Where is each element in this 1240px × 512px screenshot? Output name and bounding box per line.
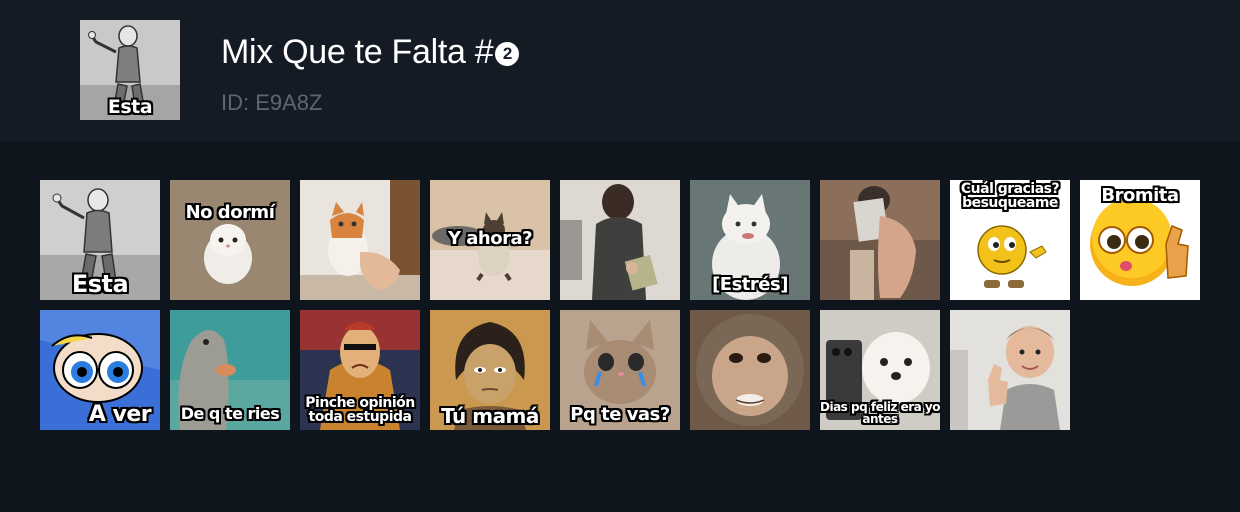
sticker-caption: Pq te vas? <box>570 404 670 425</box>
sticker-caption: Dias pq feliz era yo antes <box>820 399 940 427</box>
sticker-row: Esta No dormí Y ahora? [Estrés] Cuál gra… <box>40 180 1210 300</box>
sticker-row: A ver De q te ries Pinche opinión toda e… <box>40 310 1210 430</box>
sticker-white-dog[interactable]: Dias pq feliz era yo antes <box>820 310 940 430</box>
sticker-grid: Esta No dormí Y ahora? [Estrés] Cuál gra… <box>40 180 1210 440</box>
sticker-orange-cat[interactable] <box>300 180 420 300</box>
pack-cover-caption: Esta <box>107 96 153 118</box>
sticker-caption: De q te ries <box>180 404 280 423</box>
sticker-caption: Tú mamá <box>441 404 539 428</box>
pack-cover-image[interactable]: Esta <box>80 20 180 120</box>
pack-id: ID: E9A8Z <box>221 90 323 115</box>
sticker-cartoon-boy[interactable]: Esta <box>40 180 160 300</box>
sticker-baby-thumbs[interactable] <box>950 310 1070 430</box>
sticker-crying-kitten[interactable]: Pq te vas? <box>560 310 680 430</box>
sticker-fish[interactable]: De q te ries <box>170 310 290 430</box>
sticker-emoji-thumbs[interactable]: Bromita <box>1080 180 1200 300</box>
sticker-villain[interactable]: Pinche opinión toda estupida <box>300 310 420 430</box>
sticker-white-cat-stress[interactable]: [Estrés] <box>690 180 810 300</box>
sticker-cartoon-woman[interactable]: Tú mamá <box>430 310 550 430</box>
sticker-caption: Bromita <box>1101 185 1179 206</box>
sticker-caption: A ver <box>88 402 152 427</box>
sticker-yellow-emoji[interactable]: Cuál gracias? besuqueame <box>950 180 1070 300</box>
sticker-white-kitten[interactable]: No dormí <box>170 180 290 300</box>
pack-title-text: Mix Que te Falta # <box>221 33 494 71</box>
pack-title: Mix Que te Falta #2 <box>221 33 520 72</box>
sticker-girl-money[interactable] <box>560 180 680 300</box>
number-badge: 2 <box>495 41 520 66</box>
sticker-caption: No dormí <box>185 202 275 223</box>
sticker-caption: Pinche opinión toda estupida <box>305 395 415 425</box>
sticker-caption: [Estrés] <box>712 274 788 295</box>
sticker-powerpuff[interactable]: A ver <box>40 310 160 430</box>
sticker-monkey[interactable] <box>690 310 810 430</box>
sticker-caption: Esta <box>71 270 129 298</box>
sticker-caption: Y ahora? <box>447 228 533 249</box>
pack-header: Esta Mix Que te Falta #2 ID: E9A8Z <box>0 0 1240 141</box>
sticker-caption: Cuál gracias? besuqueame <box>960 181 1060 211</box>
sticker-hand-card[interactable] <box>820 180 940 300</box>
sticker-siamese-cat[interactable]: Y ahora? <box>430 180 550 300</box>
